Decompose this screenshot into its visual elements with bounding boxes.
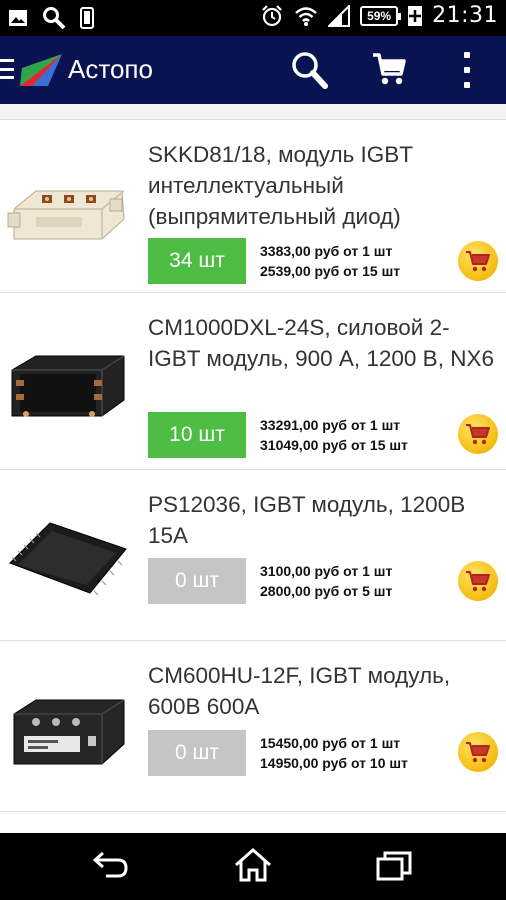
product-image (7, 190, 125, 240)
cart-icon[interactable] (372, 52, 406, 86)
search-icon (43, 7, 66, 30)
cart-icon (466, 424, 490, 445)
price-line: 3100,00 руб от 1 шт (260, 563, 393, 579)
price-block: 3383,00 руб от 1 шт 2539,00 руб от 15 шт (260, 241, 400, 281)
price-block: 15450,00 руб от 1 шт 14950,00 руб от 10 … (260, 733, 408, 773)
navigation-bar (0, 833, 506, 900)
product-title[interactable]: SKKD81/18, модуль IGBT интеллектуальный … (148, 139, 494, 232)
clock: 21:31 (432, 3, 498, 28)
signal-icon (328, 4, 351, 27)
battery-icon: 59% (360, 5, 402, 26)
stock-badge: 0 шт (148, 558, 246, 604)
add-to-cart-button[interactable] (458, 414, 498, 454)
price-line: 31049,00 руб от 15 шт (260, 437, 408, 453)
add-to-cart-button[interactable] (458, 561, 498, 601)
product-title[interactable]: CM600HU-12F, IGBT модуль, 600В 600А (148, 660, 494, 722)
back-icon[interactable] (92, 851, 132, 881)
product-image (11, 355, 125, 417)
phone-icon (80, 7, 94, 29)
app-title: Астопо (68, 54, 153, 84)
product-title[interactable]: PS12036, IGBT модуль, 1200В 15А (148, 489, 494, 551)
price-line: 14950,00 руб от 10 шт (260, 755, 408, 771)
list-top-spacer (0, 104, 506, 120)
add-to-cart-button[interactable] (458, 241, 498, 281)
stock-badge: 0 шт (148, 730, 246, 776)
logo[interactable] (18, 50, 62, 88)
product-image (9, 522, 127, 596)
image-icon (9, 10, 27, 26)
product-list[interactable]: SKKD81/18, модуль IGBT интеллектуальный … (0, 104, 506, 833)
add-to-cart-button[interactable] (458, 732, 498, 772)
recent-apps-icon[interactable] (376, 851, 412, 881)
cart-icon (466, 571, 490, 592)
price-line: 15450,00 руб от 1 шт (260, 735, 401, 751)
more-icon[interactable] (458, 52, 476, 88)
search-icon[interactable] (289, 50, 329, 90)
list-item[interactable]: PS12036, IGBT модуль, 1200В 15А 0 шт 310… (0, 471, 506, 641)
status-bar: 59% 21:31 (0, 0, 506, 36)
product-image (13, 699, 125, 765)
stock-badge: 10 шт (148, 412, 246, 458)
list-item[interactable]: SKKD81/18, модуль IGBT интеллектуальный … (0, 121, 506, 293)
menu-icon[interactable] (0, 59, 14, 79)
price-line: 2800,00 руб от 5 шт (260, 583, 393, 599)
cart-icon (466, 742, 490, 763)
wifi-icon (295, 6, 317, 26)
price-block: 33291,00 руб от 1 шт 31049,00 руб от 15 … (260, 415, 408, 455)
price-line: 33291,00 руб от 1 шт (260, 417, 401, 433)
price-block: 3100,00 руб от 1 шт 2800,00 руб от 5 шт (260, 561, 392, 601)
alarm-icon (262, 4, 282, 26)
price-line: 3383,00 руб от 1 шт (260, 243, 393, 259)
app-bar: Астопо (0, 36, 506, 104)
cart-icon (466, 251, 490, 272)
charging-plus-icon (408, 5, 423, 26)
price-line: 2539,00 руб от 15 шт (260, 263, 401, 279)
list-item[interactable]: CM1000DXL-24S, силовой 2-IGBT модуль, 90… (0, 294, 506, 470)
list-item[interactable]: CM600HU-12F, IGBT модуль, 600В 600А 0 шт… (0, 642, 506, 812)
home-icon[interactable] (233, 847, 273, 883)
product-title[interactable]: CM1000DXL-24S, силовой 2-IGBT модуль, 90… (148, 312, 494, 374)
stock-badge: 34 шт (148, 238, 246, 284)
battery-level: 59% (367, 8, 392, 23)
